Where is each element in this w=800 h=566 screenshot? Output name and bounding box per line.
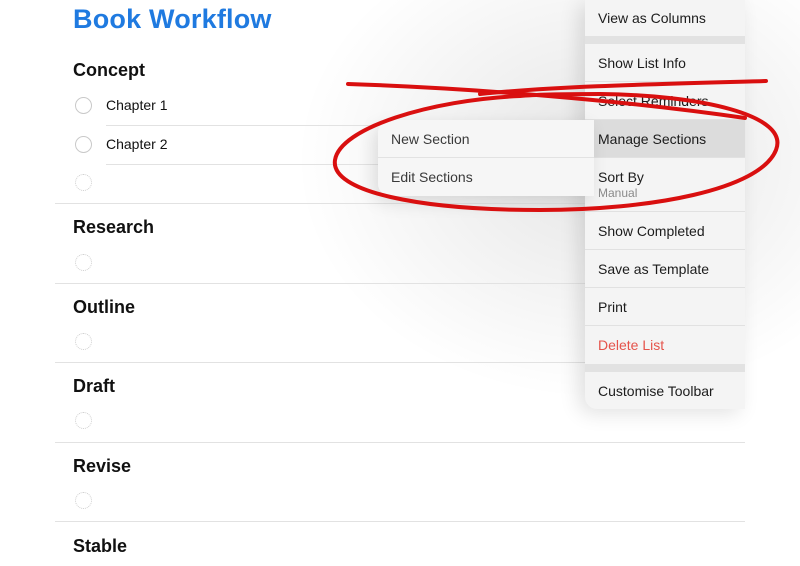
new-reminder-placeholder-icon[interactable] [75, 333, 92, 350]
menu-item-label: Show List Info [598, 54, 686, 71]
reminder-title[interactable]: Chapter 2 [106, 136, 167, 152]
menu-item-save-as-template[interactable]: Save as Template [585, 250, 745, 288]
submenu-item-new-section[interactable]: New Section [378, 120, 594, 158]
menu-item-select-reminders[interactable]: Select Reminders [585, 82, 745, 120]
menu-item-label: Save as Template [598, 260, 710, 277]
menu-item-view-as-columns[interactable]: View as Columns [585, 0, 745, 36]
section-divider [55, 203, 585, 204]
menu-item-label: View as Columns [598, 10, 706, 26]
menu-item-show-list-info[interactable]: Show List Info [585, 44, 745, 82]
menu-item-label: Select Reminders [598, 92, 709, 109]
section-header-research[interactable]: Research [73, 217, 154, 238]
menu-group-separator [585, 36, 745, 44]
menu-item-sort-by[interactable]: Sort By Manual [585, 158, 745, 212]
submenu-item-edit-sections[interactable]: Edit Sections [378, 158, 594, 196]
reminder-checkbox[interactable] [75, 97, 92, 114]
menu-item-label: Customise Toolbar [598, 382, 714, 399]
new-reminder-placeholder-icon[interactable] [75, 174, 92, 191]
section-header-revise[interactable]: Revise [73, 456, 131, 477]
menu-item-print[interactable]: Print [585, 288, 745, 326]
section-header-concept[interactable]: Concept [73, 60, 145, 81]
new-reminder-placeholder-icon[interactable] [75, 254, 92, 271]
menu-item-label: Print [598, 298, 627, 315]
list-title: Book Workflow [73, 4, 272, 34]
menu-item-delete-list[interactable]: Delete List [585, 326, 745, 364]
menu-item-sublabel: Manual [598, 186, 638, 200]
menu-item-label: Delete List [598, 337, 665, 353]
menu-item-label: Sort By [598, 169, 644, 185]
section-header-stable[interactable]: Stable [73, 536, 127, 557]
menu-item-label: Show Completed [598, 222, 705, 239]
menu-item-show-completed[interactable]: Show Completed [585, 212, 745, 250]
section-divider [55, 521, 745, 522]
new-reminder-placeholder-icon[interactable] [75, 492, 92, 509]
list-options-menu: View as Columns Show List Info Select Re… [585, 0, 745, 409]
new-reminder-placeholder-icon[interactable] [75, 412, 92, 429]
reminder-checkbox[interactable] [75, 136, 92, 153]
section-divider [55, 442, 745, 443]
section-header-outline[interactable]: Outline [73, 297, 135, 318]
menu-item-manage-sections[interactable]: Manage Sections [585, 120, 745, 158]
section-header-draft[interactable]: Draft [73, 376, 115, 397]
menu-group-separator [585, 364, 745, 372]
reminder-title[interactable]: Chapter 1 [106, 97, 167, 113]
menu-item-label: Manage Sections [598, 130, 707, 147]
menu-item-customise-toolbar[interactable]: Customise Toolbar [585, 372, 745, 409]
manage-sections-submenu: New Section Edit Sections [378, 120, 594, 196]
